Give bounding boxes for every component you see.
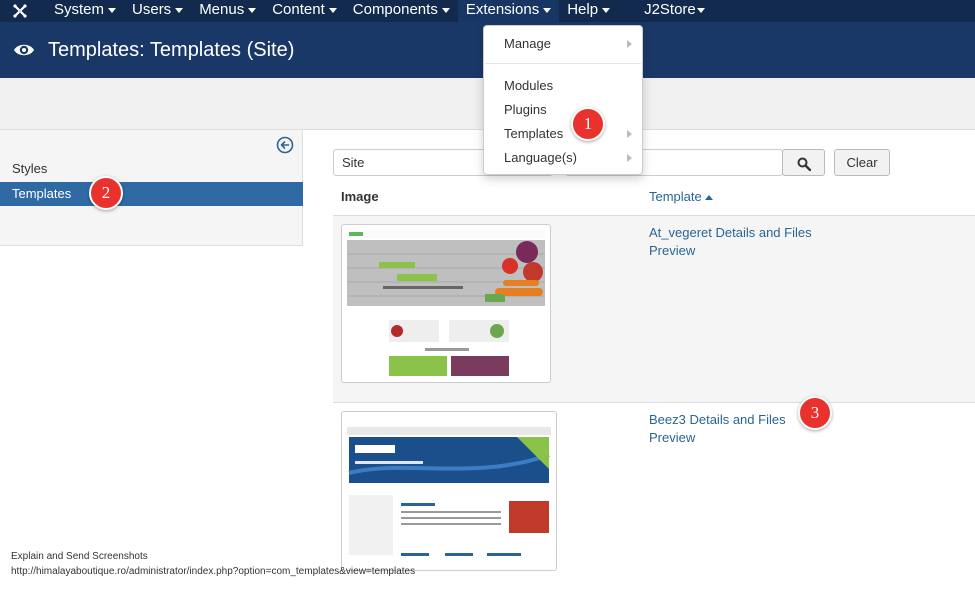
caret-down-icon xyxy=(543,7,552,13)
nav-menus[interactable]: Menus xyxy=(191,0,264,22)
menu-item-plugins[interactable]: Plugins xyxy=(504,102,547,117)
collapse-sidebar-icon[interactable] xyxy=(276,136,294,154)
template-preview-link-atvegeret[interactable]: Preview xyxy=(649,243,695,258)
client-select-value: Site xyxy=(342,155,365,170)
menu-item-templates[interactable]: Templates xyxy=(504,126,563,141)
nav-users[interactable]: Users xyxy=(124,0,191,22)
nav-system-label: System xyxy=(54,1,105,18)
sidebar-item-styles[interactable]: Styles xyxy=(0,157,303,181)
menu-item-manage[interactable]: Manage xyxy=(504,36,551,51)
search-button[interactable] xyxy=(782,149,825,176)
template-thumbnail-beez3[interactable] xyxy=(341,411,557,571)
menu-item-languages[interactable]: Language(s) xyxy=(504,150,577,165)
nav-content[interactable]: Content xyxy=(264,0,345,22)
template-thumbnail-atvegeret[interactable] xyxy=(341,224,551,383)
nav-content-label: Content xyxy=(272,1,325,18)
step-marker-2: 2 xyxy=(89,176,123,210)
search-icon xyxy=(797,155,811,171)
top-navbar: System Users Menus Content Components Ex… xyxy=(0,0,975,22)
nav-extensions[interactable]: Extensions xyxy=(457,0,560,22)
sort-ascending-icon xyxy=(704,195,713,201)
nav-j2store-label: J2Store xyxy=(644,1,696,18)
sidebar-item-label: Templates xyxy=(12,186,72,201)
overlay-url: http://himalayaboutique.ro/administrator… xyxy=(11,566,416,577)
nav-menus-label: Menus xyxy=(199,1,245,18)
table-row: At_vegeret Details and Files Preview xyxy=(333,215,975,402)
step-marker-3: 3 xyxy=(798,396,832,430)
clear-button-label: Clear xyxy=(846,155,878,170)
template-details-link-atvegeret[interactable]: At_vegeret Details and Files xyxy=(649,225,812,240)
nav-extensions-label: Extensions xyxy=(465,1,540,18)
clear-button[interactable]: Clear xyxy=(834,149,890,176)
column-header-template[interactable]: Template xyxy=(649,189,713,204)
eye-icon xyxy=(0,22,48,78)
column-header-image: Image xyxy=(341,189,379,204)
submenu-arrow-icon xyxy=(627,130,632,138)
main-content: Site Clear Image Template At_vegeret Det… xyxy=(303,130,975,590)
template-preview-link-beez3[interactable]: Preview xyxy=(649,430,695,445)
column-header-template-label: Template xyxy=(649,189,702,204)
step-marker-1: 1 xyxy=(571,107,605,141)
nav-components[interactable]: Components xyxy=(345,0,458,22)
submenu-arrow-icon xyxy=(627,40,632,48)
nav-system[interactable]: System xyxy=(46,0,124,22)
nav-help-label: Help xyxy=(567,1,599,18)
nav-users-label: Users xyxy=(132,1,172,18)
sidebar-item-templates[interactable]: Templates xyxy=(0,182,303,206)
sidebar: Styles Templates xyxy=(0,130,303,246)
menu-item-modules[interactable]: Modules xyxy=(504,78,553,93)
nav-j2store[interactable]: J2Store xyxy=(636,0,713,22)
submenu-arrow-icon xyxy=(627,154,632,162)
caret-down-icon xyxy=(108,7,117,13)
caret-down-icon xyxy=(175,7,184,13)
caret-down-icon xyxy=(248,7,257,13)
sidebar-item-label: Styles xyxy=(12,161,48,176)
nav-help[interactable]: Help xyxy=(559,0,618,22)
menu-divider xyxy=(485,63,641,64)
page-title: Templates: Templates (Site) xyxy=(48,38,295,61)
extensions-dropdown-menu: Manage Modules Plugins Templates Languag… xyxy=(483,25,643,175)
caret-down-icon xyxy=(602,7,611,13)
template-details-link-beez3[interactable]: Beez3 Details and Files xyxy=(649,412,786,427)
overlay-caption: Explain and Send Screenshots xyxy=(11,551,148,562)
caret-down-icon xyxy=(696,7,705,13)
table-row: Beez3 Details and Files Preview xyxy=(333,402,975,590)
nav-components-label: Components xyxy=(352,1,438,18)
caret-down-icon xyxy=(441,7,450,13)
joomla-logo-icon[interactable] xyxy=(0,0,40,22)
caret-down-icon xyxy=(328,7,337,13)
